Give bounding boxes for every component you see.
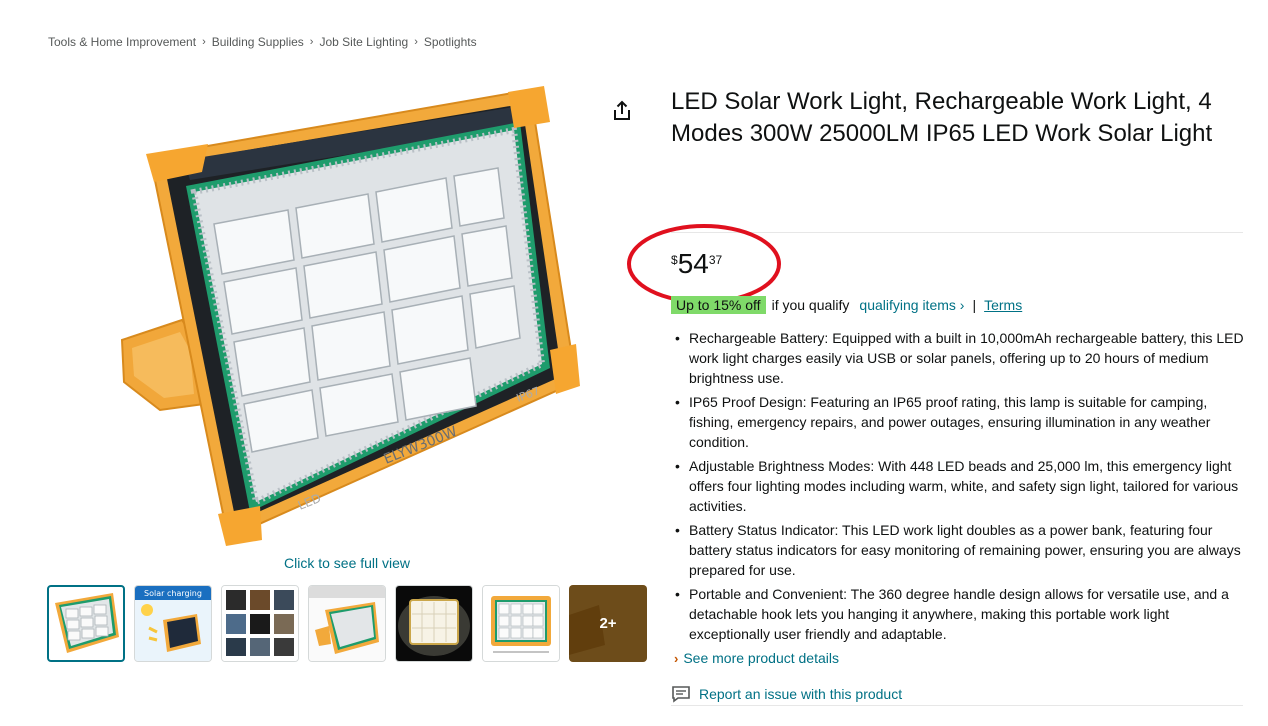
product-title: LED Solar Work Light, Rechargeable Work … — [671, 88, 1213, 147]
breadcrumb: Tools & Home Improvement › Building Supp… — [48, 35, 477, 49]
breadcrumb-separator: › — [414, 36, 418, 48]
report-icon — [672, 686, 690, 703]
feature-bullets: Rechargeable Battery: Equipped with a bu… — [671, 328, 1246, 648]
list-item: Portable and Convenient: The 360 degree … — [671, 584, 1246, 644]
list-item: Adjustable Brightness Modes: With 448 LE… — [671, 456, 1246, 516]
qualifying-items-link[interactable]: qualifying items › — [859, 297, 964, 313]
breadcrumb-separator: › — [202, 36, 206, 48]
list-item: Rechargeable Battery: Equipped with a bu… — [671, 328, 1246, 388]
terms-link[interactable]: Terms — [984, 297, 1022, 313]
promo-separator: | — [972, 297, 977, 313]
see-more-details-link[interactable]: › See more product details — [674, 650, 839, 666]
list-item: IP65 Proof Design: Featuring an IP65 pro… — [671, 392, 1246, 452]
thumbnail-lit[interactable] — [395, 585, 473, 662]
thumbnail-scenes[interactable] — [221, 585, 299, 662]
qualify-text: if you qualify — [771, 297, 850, 313]
breadcrumb-spotlights[interactable]: Spotlights — [424, 35, 477, 49]
chevron-right-icon: › — [674, 650, 679, 666]
annotation-circle — [627, 224, 781, 304]
share-button[interactable] — [610, 99, 634, 123]
breadcrumb-separator: › — [309, 36, 314, 48]
thumbnail-solar-charging[interactable]: Solar charging — [134, 585, 212, 662]
full-view-link[interactable]: Click to see full view — [284, 555, 410, 571]
breadcrumb-building-supplies[interactable]: Building Supplies — [212, 35, 304, 49]
breadcrumb-job-site-lighting[interactable]: Job Site Lighting — [319, 35, 408, 49]
main-product-image[interactable]: ELYW300W IP67 LED — [110, 82, 588, 552]
promo-line: Up to 15% off if you qualify qualifying … — [671, 296, 1022, 314]
thumbnail-more[interactable]: 2+ — [569, 585, 647, 662]
thumbnail-main[interactable] — [47, 585, 125, 662]
divider — [671, 705, 1243, 706]
breadcrumb-tools-home[interactable]: Tools & Home Improvement — [48, 35, 196, 49]
report-issue-link[interactable]: Report an issue with this product — [671, 685, 902, 703]
thumbnail-caption: Solar charging — [144, 589, 202, 598]
thumbnail-strip: Solar charging 2+ — [47, 585, 656, 662]
more-images-label: 2+ — [599, 615, 617, 632]
list-item: Battery Status Indicator: This LED work … — [671, 520, 1246, 580]
thumbnail-dimensions[interactable] — [482, 585, 560, 662]
discount-badge: Up to 15% off — [671, 296, 766, 314]
see-more-label: See more product details — [683, 650, 839, 666]
report-issue-label: Report an issue with this product — [699, 686, 903, 702]
thumbnail-with-stand[interactable] — [308, 585, 386, 662]
share-icon — [614, 100, 630, 120]
